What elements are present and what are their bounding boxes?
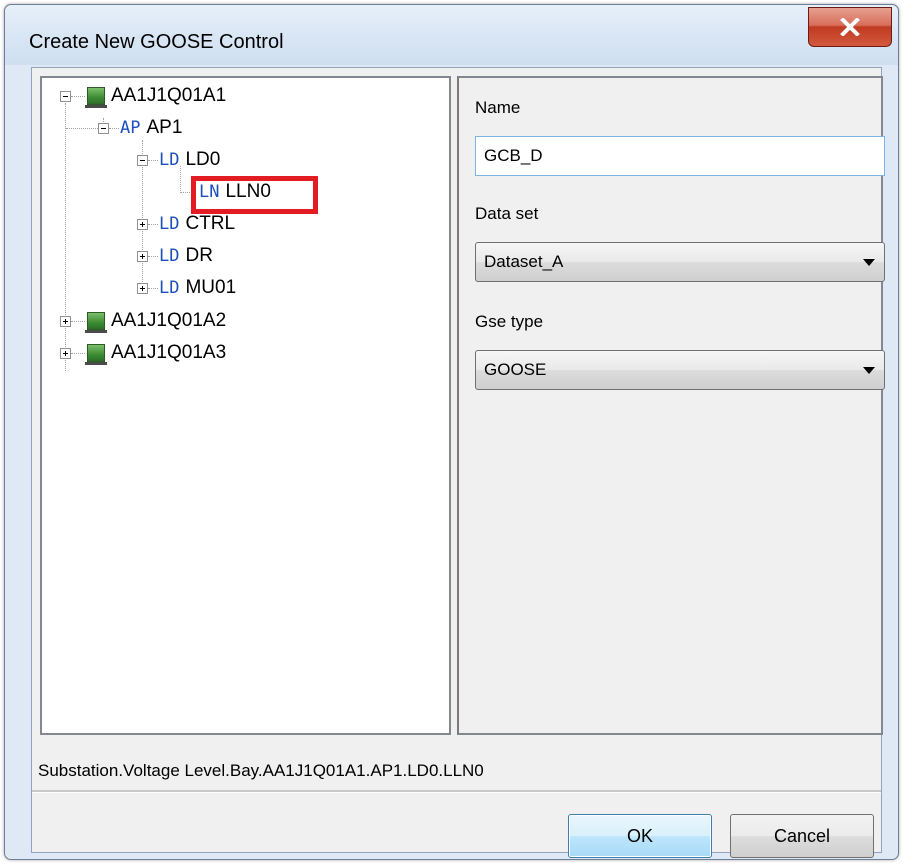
dialog-client: AA1J1Q01A1 AP AP1 LD LD0 LN LLN0 LD CTRL…: [31, 67, 885, 858]
tree-node-label: CTRL: [185, 213, 236, 234]
tree-connector: [71, 321, 85, 322]
node-kind-tag: AP: [120, 118, 141, 138]
gsetype-value: GOOSE: [484, 360, 547, 379]
tree-node-mu01[interactable]: LD MU01: [159, 275, 236, 301]
tree-connector: [148, 288, 158, 289]
tree-node-ap1[interactable]: AP AP1: [120, 115, 182, 141]
node-kind-tag: LD: [159, 214, 180, 234]
expand-toggle-ied2[interactable]: [60, 316, 71, 327]
tree-connector: [109, 128, 119, 129]
gsetype-label: Gse type: [475, 312, 544, 331]
collapse-toggle-ld0[interactable]: [137, 155, 148, 166]
tree-node-label: LD0: [185, 149, 221, 170]
cancel-button[interactable]: Cancel: [730, 814, 874, 858]
ied-icon: [85, 312, 107, 333]
dataset-label: Data set: [475, 204, 539, 223]
ok-button[interactable]: OK: [568, 814, 712, 858]
dataset-select[interactable]: Dataset_A: [475, 242, 885, 282]
title-bar: Create New GOOSE Control: [5, 5, 898, 65]
expand-toggle-mu01[interactable]: [137, 283, 148, 294]
ied-icon: [85, 344, 107, 365]
tree-connector: [71, 353, 85, 354]
tree-node-label: AA1J1Q01A1: [111, 85, 227, 106]
expand-toggle-ied3[interactable]: [60, 348, 71, 359]
collapse-toggle-ap1[interactable]: [98, 123, 109, 134]
node-kind-tag: LD: [159, 150, 180, 170]
close-icon: [840, 18, 860, 36]
tree-node-label: MU01: [185, 277, 237, 298]
dialog-title: Create New GOOSE Control: [29, 31, 284, 53]
tree-connector: [65, 103, 66, 371]
dialog-window: Create New GOOSE Control AA1J1Q01A1 AP A…: [4, 4, 899, 860]
status-separator: [32, 790, 881, 793]
tree-connector: [148, 160, 158, 161]
collapse-toggle-ied1[interactable]: [60, 91, 71, 102]
tree-connector: [66, 128, 100, 129]
tree-view[interactable]: AA1J1Q01A1 AP AP1 LD LD0 LN LLN0 LD CTRL…: [40, 76, 451, 735]
tree-node-label: AP1: [146, 117, 183, 138]
tree-connector: [71, 96, 85, 97]
node-kind-tag: LD: [159, 246, 180, 266]
dropdown-arrow-icon: [854, 366, 884, 374]
expand-toggle-dr[interactable]: [137, 251, 148, 262]
tree-node-ld0[interactable]: LD LD0: [159, 147, 220, 173]
dropdown-arrow-icon: [854, 258, 884, 266]
tree-connector: [148, 256, 158, 257]
tree-node-label: AA1J1Q01A2: [111, 310, 227, 331]
tree-node-ied3[interactable]: AA1J1Q01A3: [85, 340, 227, 366]
close-button[interactable]: [808, 7, 892, 47]
tree-node-ied1[interactable]: AA1J1Q01A1: [85, 83, 227, 109]
expand-toggle-ctrl[interactable]: [137, 219, 148, 230]
selected-path-status: Substation.Voltage Level.Bay.AA1J1Q01A1.…: [38, 761, 484, 780]
tree-node-ied2[interactable]: AA1J1Q01A2: [85, 308, 227, 334]
tree-node-label: DR: [185, 245, 213, 266]
node-kind-tag: LD: [159, 278, 180, 298]
name-label: Name: [475, 98, 521, 117]
ied-icon: [85, 87, 107, 108]
tree-node-dr[interactable]: LD DR: [159, 243, 213, 269]
tree-node-ctrl[interactable]: LD CTRL: [159, 211, 235, 237]
tree-node-label: AA1J1Q01A3: [111, 342, 227, 363]
properties-panel: Name Data set Dataset_A Gse type GOOSE: [457, 76, 885, 735]
gsetype-select[interactable]: GOOSE: [475, 350, 885, 390]
dataset-value: Dataset_A: [484, 252, 564, 271]
tree-connector: [148, 224, 158, 225]
selection-highlight-box: [191, 176, 318, 214]
name-input[interactable]: [475, 136, 885, 176]
